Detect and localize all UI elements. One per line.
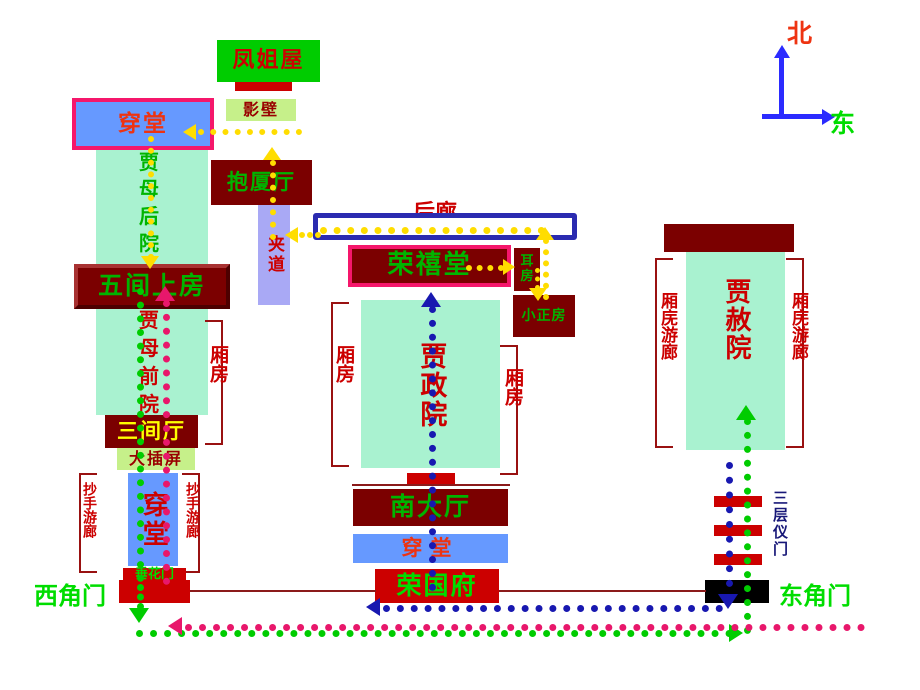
fengjiewu-base-bar — [235, 82, 292, 91]
diagram-canvas: 北 东 凤姐屋 影壁 贾母后院 穿堂 抱厦厅 夹道 五间上房 贾母前院 厢房 三… — [0, 0, 920, 690]
jiashe-yuan-text: 贾赦院 — [721, 278, 752, 362]
route-green-arrow-up-jiashe — [736, 405, 756, 420]
route-green-segment-bottom — [136, 630, 733, 637]
route-yellow-arrow-up-corridor-east — [536, 227, 554, 240]
yimen-bar-2 — [714, 525, 762, 536]
compass-east-arrow-shaft — [762, 114, 824, 119]
building-sanjianting: 三间厅 — [105, 415, 198, 448]
building-rongguofu: 荣国府 — [375, 569, 499, 603]
label-chaoshou-youlang-right: 抄手游廊 — [184, 482, 200, 538]
label-xijiaomen: 西角门 — [34, 582, 106, 610]
label-sanceng-yimen: 三层仪门 — [771, 490, 789, 558]
axis-line-center-to-east — [499, 590, 706, 592]
route-yellow-segment-horizontal-jiadao — [299, 232, 321, 238]
route-yellow-segment-corridor — [320, 227, 545, 234]
route-yellow-arrow-up-baoxiating — [263, 147, 281, 160]
compass-north-arrow-shaft — [779, 55, 784, 117]
route-navy-arrow-down-east-gate — [718, 594, 738, 609]
axis-line-west-to-center — [190, 590, 376, 592]
route-pink-arrow-left-bottom — [168, 617, 182, 635]
route-navy-arrow-left-rongguofu — [366, 598, 380, 616]
route-navy-segment-center-vertical — [429, 306, 436, 591]
route-green-segment-east-vertical — [744, 418, 751, 634]
route-pink-arrow-up-wujianshangfang — [155, 286, 175, 301]
label-xiangfang-west: 厢房 — [207, 345, 229, 383]
yimen-bar-3 — [714, 554, 762, 565]
bracket-xiangfang-center-right — [500, 345, 518, 475]
route-navy-segment-bottom — [383, 605, 723, 612]
jiashe-top-bar — [664, 224, 794, 252]
route-yellow-segment-vertical-west — [148, 136, 154, 260]
label-xiangwu-youlang-right: 厢庑游廊 — [788, 292, 808, 360]
label-jiashe-yuan: 贾赦院 — [686, 265, 785, 375]
route-yellow-segment-horizontal-top — [198, 129, 302, 135]
route-yellow-arrow-into-jiadao — [285, 227, 298, 243]
building-baoxiating: 抱厦厅 — [211, 160, 312, 205]
building-wujian-shangfang: 五间上房 — [74, 264, 230, 309]
building-fengjiewu: 凤姐屋 — [217, 40, 320, 82]
label-xiangfang-center-left: 厢房 — [333, 345, 355, 383]
gate-block-west — [119, 580, 190, 603]
building-chuantang-southwest: 穿堂 — [128, 473, 178, 566]
building-dachaping: 大插屏 — [117, 448, 195, 470]
compass-north-arrow-head — [774, 45, 790, 58]
route-green-segment-jiamu-qianyuan — [137, 288, 144, 582]
route-pink-segment-bottom — [185, 624, 865, 631]
label-dongjiaomen: 东角门 — [779, 582, 851, 610]
erfang-text: 耳房 — [520, 253, 534, 284]
route-pink-segment-vertical-west — [163, 300, 170, 585]
route-yellow-segment-vertical-jiadao — [270, 160, 276, 240]
route-green-arrow-down-west-gate — [129, 608, 149, 623]
compass-east-label: 东 — [830, 109, 856, 138]
building-xiaozhengfang: 小正房 — [513, 295, 575, 337]
label-xiangfang-center-right: 厢房 — [502, 368, 524, 406]
bracket-xiangfang-center-left — [331, 302, 349, 467]
route-yellow-segment-rongxitang-to-erfang — [466, 265, 504, 271]
route-yellow-arrow-to-wujianshangfang — [141, 256, 159, 269]
route-navy-arrow-up-rongxitang — [421, 292, 441, 307]
route-navy-segment-east-gate-vertical — [726, 462, 733, 587]
route-yellow-arrow-into-chuantang-nw — [183, 124, 196, 140]
route-yellow-segment-erfang-link — [535, 268, 540, 290]
compass-north-label: 北 — [787, 19, 813, 48]
yimen-bar-1 — [714, 496, 762, 507]
label-jiamu-qianyuan: 贾母前院 — [96, 308, 208, 416]
label-chaoshou-youlang-left: 抄手游廊 — [81, 482, 97, 538]
label-xiangwu-youlang-left: 厢庑游廊 — [657, 292, 677, 360]
route-yellow-arrow-into-erfang — [503, 259, 515, 275]
route-green-segment-west-gate-exit — [137, 584, 144, 610]
building-yingbi: 影壁 — [226, 99, 296, 121]
